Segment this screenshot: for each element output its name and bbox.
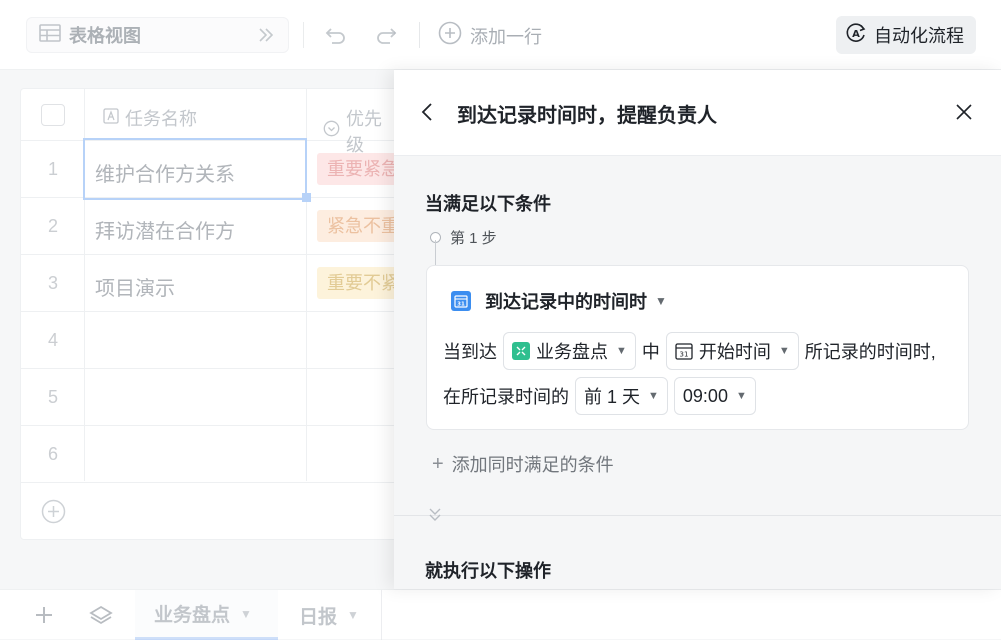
caret-down-icon: ▼	[655, 294, 667, 308]
section-divider	[394, 515, 1001, 516]
trigger-card: 31 到达记录中的时间时 ▼ 当到达 业务盘点 ▼ 中 31 开始时间 ▼ 所记…	[426, 265, 969, 430]
condition-text: 在所记录时间的	[443, 387, 569, 407]
condition-text: 当到达	[443, 342, 497, 362]
condition-line-2: 在所记录时间的 前 1 天 ▼ 09:00 ▼	[443, 377, 762, 415]
step-connector	[435, 240, 436, 265]
svg-text:A: A	[852, 29, 860, 40]
field-select[interactable]: 31 开始时间 ▼	[665, 332, 799, 370]
step-indicator: 第 1 步	[430, 227, 497, 248]
step-label: 第 1 步	[450, 230, 497, 247]
automation-label: 自动化流程	[874, 26, 964, 46]
background-dim	[0, 0, 394, 639]
svg-text:31: 31	[457, 302, 465, 308]
time-select-value: 09:00	[682, 385, 728, 406]
time-select[interactable]: 09:00 ▼	[673, 377, 756, 415]
plus-circle-icon	[438, 21, 462, 50]
field-select-value: 开始时间	[698, 342, 771, 362]
caret-down-icon: ▼	[778, 345, 790, 357]
offset-select-value: 前 1 天	[584, 387, 641, 407]
condition-text: 中	[641, 342, 660, 362]
back-icon[interactable]	[420, 101, 434, 128]
add-row-button[interactable]: 添加一行	[438, 21, 542, 50]
condition-line-1: 当到达 业务盘点 ▼ 中 31 开始时间 ▼ 所记录的时间时,	[443, 332, 936, 370]
add-condition-button[interactable]: + 添加同时满足的条件	[432, 451, 614, 477]
plus-icon: +	[432, 452, 444, 475]
close-icon[interactable]	[954, 102, 974, 127]
add-condition-label: 添加同时满足的条件	[451, 455, 614, 475]
condition-text: 所记录的时间时,	[804, 342, 936, 362]
trigger-selector[interactable]: 31 到达记录中的时间时 ▼	[451, 288, 667, 314]
table-select[interactable]: 业务盘点 ▼	[503, 332, 636, 370]
caret-down-icon: ▼	[735, 390, 747, 402]
date-field-icon: 31	[675, 342, 693, 360]
offset-select[interactable]: 前 1 天 ▼	[575, 377, 668, 415]
caret-down-icon: ▼	[616, 345, 627, 357]
automation-icon: A	[844, 21, 868, 50]
svg-text:31: 31	[679, 351, 688, 359]
automation-button[interactable]: A 自动化流程	[836, 16, 976, 54]
table-icon	[512, 342, 530, 360]
table-select-value: 业务盘点	[536, 342, 608, 362]
calendar-icon: 31	[451, 291, 471, 311]
caret-down-icon: ▼	[648, 390, 659, 402]
drawer-header: 到达记录时间时，提醒负责人	[394, 70, 1001, 156]
trigger-label: 到达记录中的时间时	[485, 292, 647, 312]
action-section-title: 就执行以下操作	[425, 561, 551, 581]
drawer-title: 到达记录时间时，提醒负责人	[457, 105, 717, 127]
automation-drawer: 到达记录时间时，提醒负责人 当满足以下条件 第 1 步 31 到达记录中的时间时…	[394, 70, 1001, 589]
toolbar-divider	[419, 22, 420, 48]
condition-section-title: 当满足以下条件	[425, 194, 551, 214]
double-chevron-down-icon	[427, 506, 443, 529]
add-row-label: 添加一行	[470, 26, 542, 47]
